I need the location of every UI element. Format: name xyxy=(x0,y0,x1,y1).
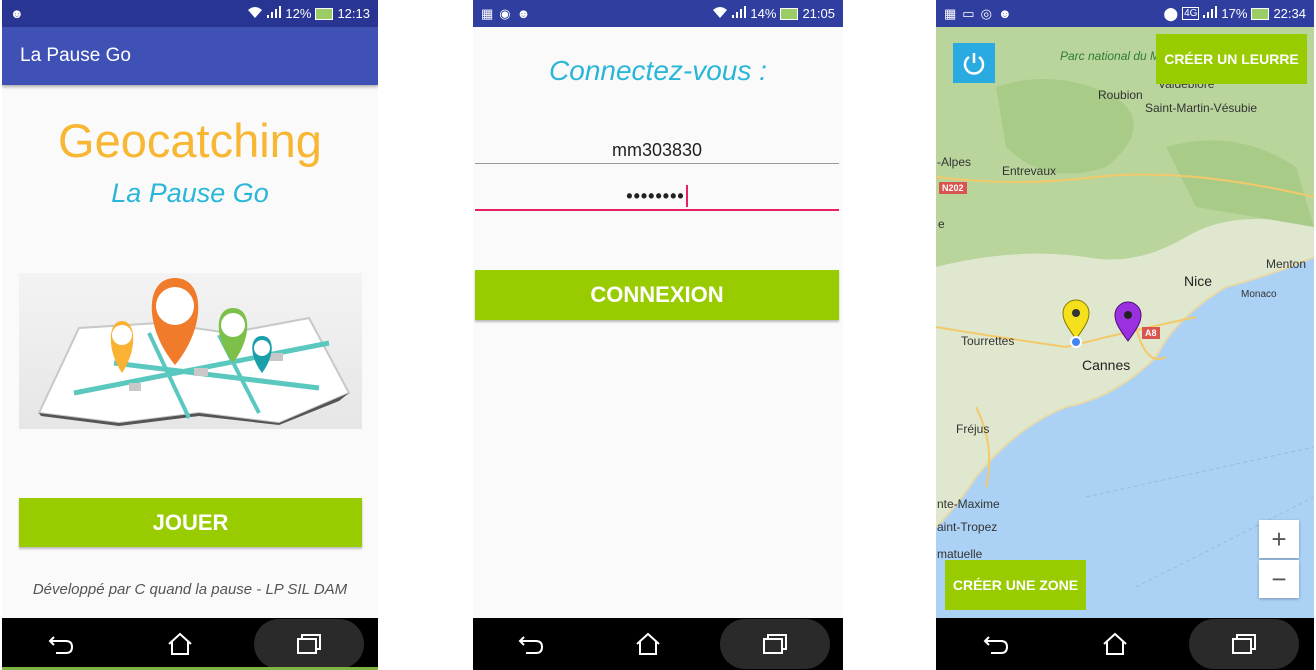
calendar-icon: ▦ xyxy=(481,5,494,21)
android-notification-icon: ☻ xyxy=(997,5,1012,21)
text-cursor xyxy=(685,185,688,207)
username-value: mm303830 xyxy=(611,140,703,160)
recent-apps-icon[interactable] xyxy=(1189,619,1300,669)
sainte-maxime-label: nte-Maxime xyxy=(937,497,1000,511)
battery-percent: 12% xyxy=(285,6,312,21)
alpes-label: -Alpes xyxy=(937,155,972,169)
signal-icon xyxy=(1203,6,1218,21)
saint-martin-label: Saint-Martin-Vésubie xyxy=(1145,101,1258,115)
recent-apps-icon[interactable] xyxy=(719,619,830,669)
create-decoy-button[interactable]: CRÉER UN LEURRE xyxy=(1156,34,1307,84)
nav-bar xyxy=(2,618,378,670)
a8-road-badge: A8 xyxy=(1142,327,1160,339)
app-title: La Pause Go xyxy=(20,45,131,66)
status-bar: ▦ ▭ ◎ ☻ ⬤ 4G 17% 22:34 xyxy=(936,0,1314,27)
game-title: Geocatching xyxy=(58,114,322,167)
android-notification-icon: ☻ xyxy=(516,5,531,21)
frejus-label: Fréjus xyxy=(956,422,990,436)
saint-tropez-label: aint-Tropez xyxy=(937,520,998,534)
battery-icon xyxy=(780,7,799,20)
back-icon[interactable] xyxy=(951,618,1041,670)
clock: 12:13 xyxy=(337,6,370,21)
ramatuelle-label: matuelle xyxy=(937,547,983,561)
my-location-icon xyxy=(1070,336,1082,348)
home-screen: ☻ 12% 12:13 La Pause Go Geocatching La P… xyxy=(2,0,378,670)
back-icon[interactable] xyxy=(16,618,106,670)
entrevaux-label: Entrevaux xyxy=(1002,164,1057,178)
location-icon: ⬤ xyxy=(1163,5,1179,21)
wifi-icon xyxy=(247,6,263,22)
password-value: •••••••• xyxy=(626,186,685,206)
nav-bar xyxy=(473,618,843,670)
zoom-in-button[interactable]: + xyxy=(1259,520,1299,558)
gallery-icon: ▭ xyxy=(962,5,975,21)
battery-icon xyxy=(315,7,334,20)
wifi-icon xyxy=(712,6,728,22)
battery-percent: 14% xyxy=(750,6,777,21)
nice-label: Nice xyxy=(1184,273,1213,289)
instagram-icon: ◎ xyxy=(980,5,992,21)
home-icon[interactable] xyxy=(603,618,693,670)
roubion-label: Roubion xyxy=(1098,88,1143,102)
clock: 22:34 xyxy=(1273,6,1306,21)
zoom-out-button[interactable]: − xyxy=(1259,560,1299,598)
login-screen: ▦ ◉ ☻ 14% 21:05 Connectez-vous : mm30383… xyxy=(473,0,843,670)
n202-road-badge: N202 xyxy=(939,182,967,194)
network-type: 4G xyxy=(1182,7,1200,20)
game-subtitle: La Pause Go xyxy=(111,178,269,208)
battery-percent: 17% xyxy=(1221,6,1248,21)
android-notification-icon: ☻ xyxy=(10,5,24,21)
login-title: Connectez-vous : xyxy=(549,55,767,86)
purple-marker-icon[interactable] xyxy=(1113,301,1143,343)
status-bar: ▦ ◉ ☻ 14% 21:05 xyxy=(473,0,843,27)
login-button[interactable]: CONNEXION xyxy=(475,270,839,320)
tourrettes-label: Tourrettes xyxy=(961,334,1015,348)
signal-icon xyxy=(267,6,282,21)
create-zone-button[interactable]: CRÉER UNE ZONE xyxy=(945,560,1086,610)
menton-label: Menton xyxy=(1266,257,1307,271)
battery-icon xyxy=(1251,7,1270,20)
cannes-label: Cannes xyxy=(1082,357,1131,373)
status-bar: ☻ 12% 12:13 xyxy=(2,0,378,27)
username-field[interactable]: mm303830 xyxy=(475,130,839,164)
home-icon[interactable] xyxy=(135,618,225,670)
logout-button[interactable] xyxy=(953,43,995,83)
calendar-icon: ▦ xyxy=(944,5,957,21)
power-icon xyxy=(963,53,985,75)
monaco-label: Monaco xyxy=(1241,289,1277,300)
nav-bar xyxy=(936,618,1314,670)
play-button[interactable]: JOUER xyxy=(19,498,362,547)
recent-apps-icon[interactable] xyxy=(253,619,364,669)
clock: 21:05 xyxy=(802,6,835,21)
edge-label: e xyxy=(938,217,945,231)
map-screen: ▦ ▭ ◎ ☻ ⬤ 4G 17% 22:34 Parc national du … xyxy=(936,0,1314,670)
app-bar: La Pause Go xyxy=(2,27,378,85)
back-icon[interactable] xyxy=(486,618,576,670)
credits-footer: Développé par C quand la pause - LP SIL … xyxy=(32,581,348,598)
home-icon[interactable] xyxy=(1070,618,1160,670)
map-pins-illustration xyxy=(19,273,362,429)
signal-icon xyxy=(732,6,747,21)
map-view[interactable]: Parc national du Mercantour Valdeblore R… xyxy=(936,27,1314,618)
messenger-icon: ◉ xyxy=(499,5,511,21)
password-field[interactable]: •••••••• xyxy=(475,177,839,211)
